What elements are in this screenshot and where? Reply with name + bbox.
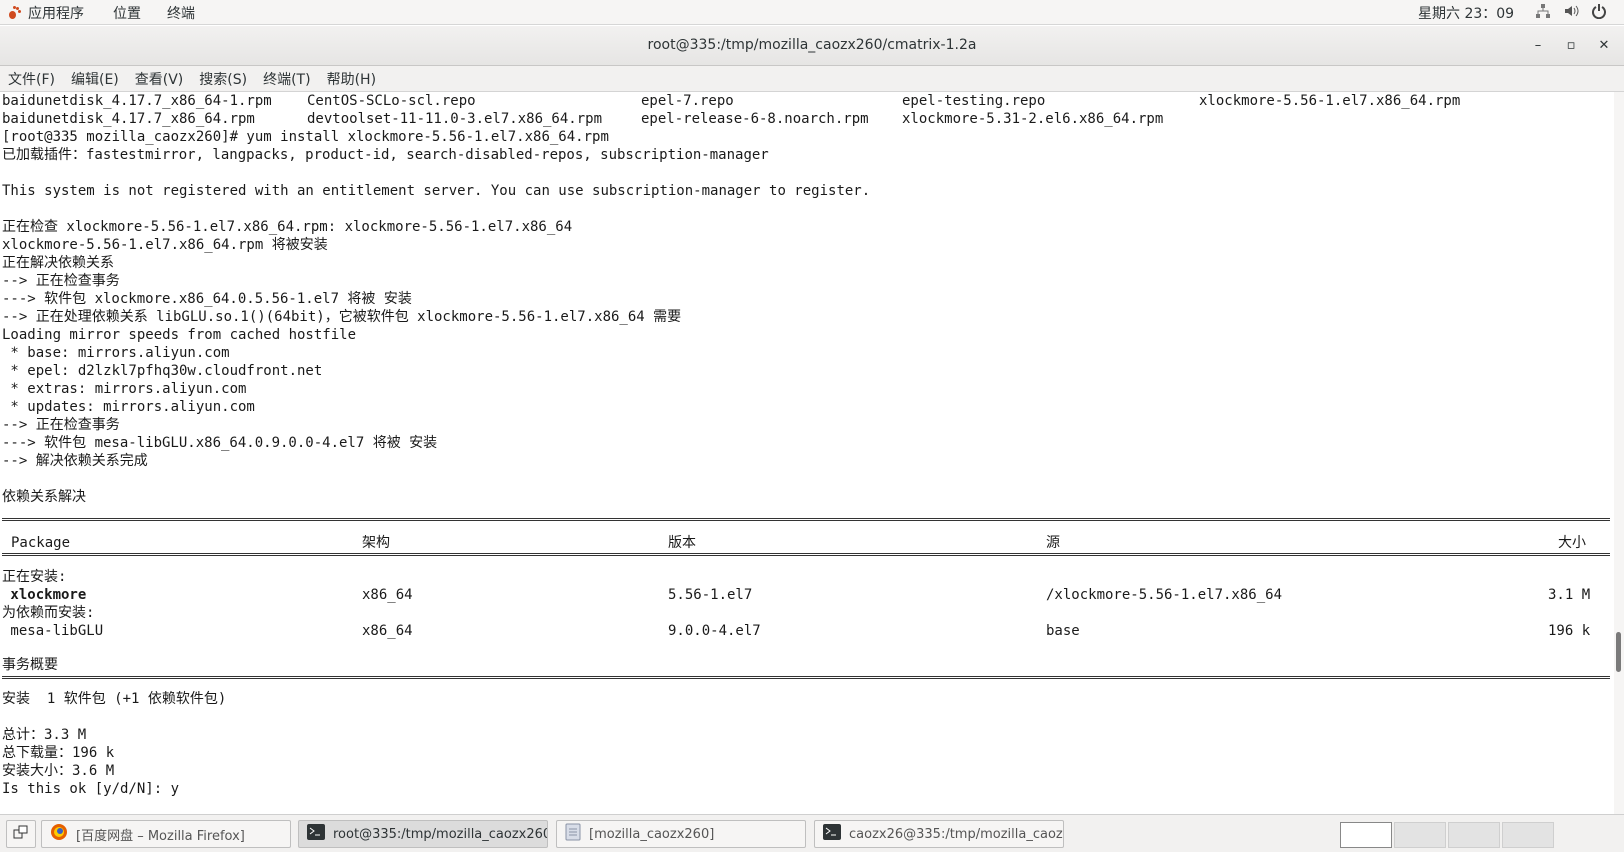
scrollbar-thumb[interactable] <box>1616 632 1621 672</box>
table-row-package: xlockmore <box>2 587 87 603</box>
firefox-icon <box>50 823 68 845</box>
ls-file: devtoolset-11-11.0-3.el7.x86_64.rpm <box>307 111 603 127</box>
table-row-package: mesa-libGLU <box>2 623 104 639</box>
applications-label: 应用程序 <box>28 6 84 22</box>
show-desktop-icon <box>13 824 29 844</box>
table-rule-top <box>2 518 1610 521</box>
menu-search[interactable]: 搜索(S) <box>191 66 255 91</box>
terminal-line: * updates: mirrors.aliyun.com <box>2 399 255 415</box>
terminal-line: xlockmore-5.56-1.el7.x86_64.rpm 将被安装 <box>2 237 328 253</box>
task-label: [百度网盘 – Mozilla Firefox] <box>76 828 245 844</box>
terminal-icon <box>307 824 325 844</box>
terminal-line: --> 解决依赖关系完成 <box>2 453 148 469</box>
folder-icon <box>565 823 581 845</box>
task-label: root@335:/tmp/mozilla_caozx260/… <box>333 826 548 842</box>
confirm-prompt[interactable]: Is this ok [y/d/N]: y <box>2 780 179 798</box>
window-titlebar[interactable]: root@335:/tmp/mozilla_caozx260/cmatrix-1… <box>0 26 1624 66</box>
ls-file: CentOS-SCLo-scl.repo <box>307 93 476 109</box>
download-size: 总下载量：196 k <box>2 745 115 761</box>
ls-file: baidunetdisk_4.17.7_x86_64.rpm <box>2 111 255 127</box>
installed-size: 安装大小：3.6 M <box>2 763 115 779</box>
terminal-line: * extras: mirrors.aliyun.com <box>2 381 247 397</box>
menubar: 文件(F) 编辑(E) 查看(V) 搜索(S) 终端(T) 帮助(H) <box>0 66 1624 92</box>
install-summary: 安装 1 软件包 (+1 依赖软件包) <box>2 691 227 707</box>
table-row-size: 3.1 M <box>1548 587 1591 603</box>
terminal-line: * base: mirrors.aliyun.com <box>2 345 230 361</box>
workspace-4[interactable] <box>1502 822 1554 848</box>
terminal-line: 已加载插件：fastestmirror, langpacks, product-… <box>2 147 769 163</box>
ls-file: epel-release-6-8.noarch.rpm <box>641 111 869 127</box>
ls-file: baidunetdisk_4.17.7_x86_64-1.rpm <box>2 93 272 109</box>
ls-file: xlockmore-5.31-2.el6.x86_64.rpm <box>902 111 1164 127</box>
task-firefox[interactable]: [百度网盘 – Mozilla Firefox] <box>41 820 291 848</box>
terminal-output[interactable]: baidunetdisk_4.17.7_x86_64-1.rpm CentOS-… <box>0 92 1614 814</box>
ls-file: epel-7.repo <box>641 93 734 109</box>
terminal-line: ---> 软件包 mesa-libGLU.x86_64.0.9.0.0-4.el… <box>2 435 438 451</box>
table-row-arch: x86_64 <box>362 623 413 639</box>
terminal-line: --> 正在处理依赖关系 libGLU.so.1()(64bit)，它被软件包 … <box>2 309 682 325</box>
terminal-line: * epel: d2lzkl7pfhq30w.cloudfront.net <box>2 363 323 379</box>
table-row-repo: /xlockmore-5.56-1.el7.x86_64 <box>1046 587 1283 603</box>
table-row-version: 9.0.0-4.el7 <box>668 623 761 639</box>
task-terminal-root[interactable]: root@335:/tmp/mozilla_caozx260/… <box>298 820 548 848</box>
network-icon[interactable] <box>1535 3 1551 23</box>
header-version: 版本 <box>668 535 696 551</box>
header-size: 大小 <box>1558 535 1586 551</box>
task-label: [mozilla_caozx260] <box>589 826 715 842</box>
power-icon[interactable] <box>1591 3 1607 23</box>
terminal-icon <box>823 824 841 844</box>
header-package: Package <box>11 535 71 551</box>
ls-file: epel-testing.repo <box>902 93 1046 109</box>
menu-file[interactable]: 文件(F) <box>0 66 63 91</box>
system-tray[interactable] <box>1535 3 1607 23</box>
table-row-arch: x86_64 <box>362 587 413 603</box>
window-title: root@335:/tmp/mozilla_caozx260/cmatrix-1… <box>647 37 977 53</box>
task-label: caozx26@335:/tmp/mozilla_caozx… <box>849 826 1064 842</box>
terminal-scrollbar[interactable] <box>1614 92 1624 814</box>
bottom-taskbar: [百度网盘 – Mozilla Firefox] root@335:/tmp/m… <box>0 814 1624 852</box>
top-panel: 应用程序 位置 终端 星期六 23：09 <box>0 0 1624 25</box>
workspace-3[interactable] <box>1448 822 1500 848</box>
task-terminal-user[interactable]: caozx26@335:/tmp/mozilla_caozx… <box>814 820 1064 848</box>
summary-label: 事务概要 <box>2 657 58 673</box>
terminal-line: --> 正在检查事务 <box>2 273 120 289</box>
terminal-line: 依赖关系解决 <box>2 489 86 505</box>
header-repo: 源 <box>1046 535 1060 551</box>
close-button[interactable]: ✕ <box>1594 36 1614 56</box>
table-rule-summary <box>2 676 1610 679</box>
terminal-line: Loading mirror speeds from cached hostfi… <box>2 327 357 343</box>
terminal-line: --> 正在检查事务 <box>2 417 120 433</box>
terminal-app-menu[interactable]: 终端 <box>167 3 195 23</box>
menu-help[interactable]: 帮助(H) <box>319 66 384 91</box>
table-row-size: 196 k <box>1548 623 1591 639</box>
places-menu[interactable]: 位置 <box>113 3 141 23</box>
table-row-repo: base <box>1046 623 1080 639</box>
maximize-button[interactable]: ▫ <box>1561 36 1581 56</box>
terminal-line: 正在检查 xlockmore-5.56-1.el7.x86_64.rpm: xl… <box>2 219 573 235</box>
applications-menu[interactable]: 应用程序 <box>8 3 84 23</box>
terminal-line: [root@335 mozilla_caozx260]# yum install… <box>2 129 609 145</box>
terminal-line: ---> 软件包 xlockmore.x86_64.0.5.56-1.el7 将… <box>2 291 412 307</box>
volume-icon[interactable] <box>1563 3 1579 23</box>
terminal-line: 正在解决依赖关系 <box>2 255 114 271</box>
dependency-label: 为依赖而安装: <box>2 605 95 621</box>
menu-view[interactable]: 查看(V) <box>127 66 192 91</box>
task-file-manager[interactable]: [mozilla_caozx260] <box>556 820 806 848</box>
header-arch: 架构 <box>362 535 390 551</box>
ls-file: xlockmore-5.56-1.el7.x86_64.rpm <box>1199 93 1461 109</box>
menu-terminal[interactable]: 终端(T) <box>255 66 318 91</box>
gnome-foot-icon <box>8 6 22 20</box>
installing-label: 正在安装: <box>2 569 67 585</box>
table-row-version: 5.56-1.el7 <box>668 587 753 603</box>
minimize-button[interactable]: – <box>1528 36 1548 56</box>
menu-edit[interactable]: 编辑(E) <box>63 66 127 91</box>
workspace-1[interactable] <box>1340 822 1392 848</box>
total-size: 总计：3.3 M <box>2 727 87 743</box>
show-desktop-button[interactable] <box>6 820 36 848</box>
terminal-line: This system is not registered with an en… <box>2 183 871 199</box>
clock[interactable]: 星期六 23：09 <box>1418 3 1514 23</box>
table-rule-header <box>2 553 1610 556</box>
workspace-2[interactable] <box>1394 822 1446 848</box>
